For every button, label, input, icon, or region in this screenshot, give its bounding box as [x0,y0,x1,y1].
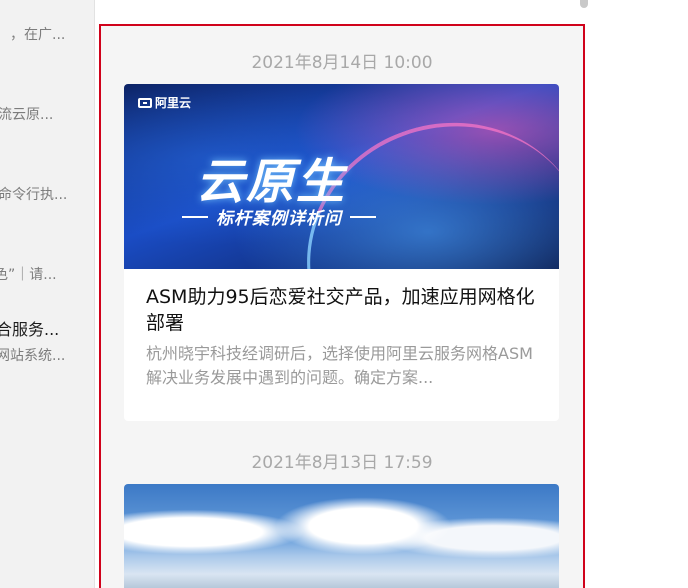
article-card[interactable] [124,484,559,588]
article-cover-image[interactable] [124,484,559,588]
article-summary: 杭州晓宇科技经调研后，选择使用阿里云服务网格ASM解决业务发展中遇到的问题。确定… [146,344,533,387]
article-feed: 2021年8月14日 10:00 阿里云 云原生 标杆案例详析问 ASM助力95… [99,24,585,588]
article-cover-image[interactable]: 阿里云 云原生 标杆案例详析问 [124,84,559,269]
chat-list-panel: ，在广... 流云原... 命令行执... 色”｜请... 合服务... 网站系… [0,0,95,588]
chat-list-item-preview[interactable]: ，在广... [10,24,94,44]
cover-title: 云原生 [196,154,347,210]
message-timestamp: 2021年8月14日 10:00 [251,53,433,73]
article-title[interactable]: ASM助力95后恋爱社交产品，加速应用网格化部署 [146,284,544,336]
scrollbar-thumb[interactable] [580,0,588,8]
aliyun-logo-icon [138,97,152,108]
chat-list-item-preview[interactable]: 色”｜请... [0,264,88,284]
chat-list-item-preview[interactable]: 命令行执... [0,184,92,204]
cover-subtitle: 标杆案例详析问 [182,204,376,229]
chat-list-item-preview[interactable]: 网站系统... [0,345,90,365]
chat-list-item-preview[interactable]: 流云原... [0,104,92,124]
message-timestamp: 2021年8月13日 17:59 [251,453,433,473]
chat-list-item-title[interactable]: 合服务... [0,316,90,340]
article-card[interactable]: 阿里云 云原生 标杆案例详析问 ASM助力95后恋爱社交产品，加速应用网格化部署… [124,84,559,421]
aliyun-logo: 阿里云 [138,94,191,111]
